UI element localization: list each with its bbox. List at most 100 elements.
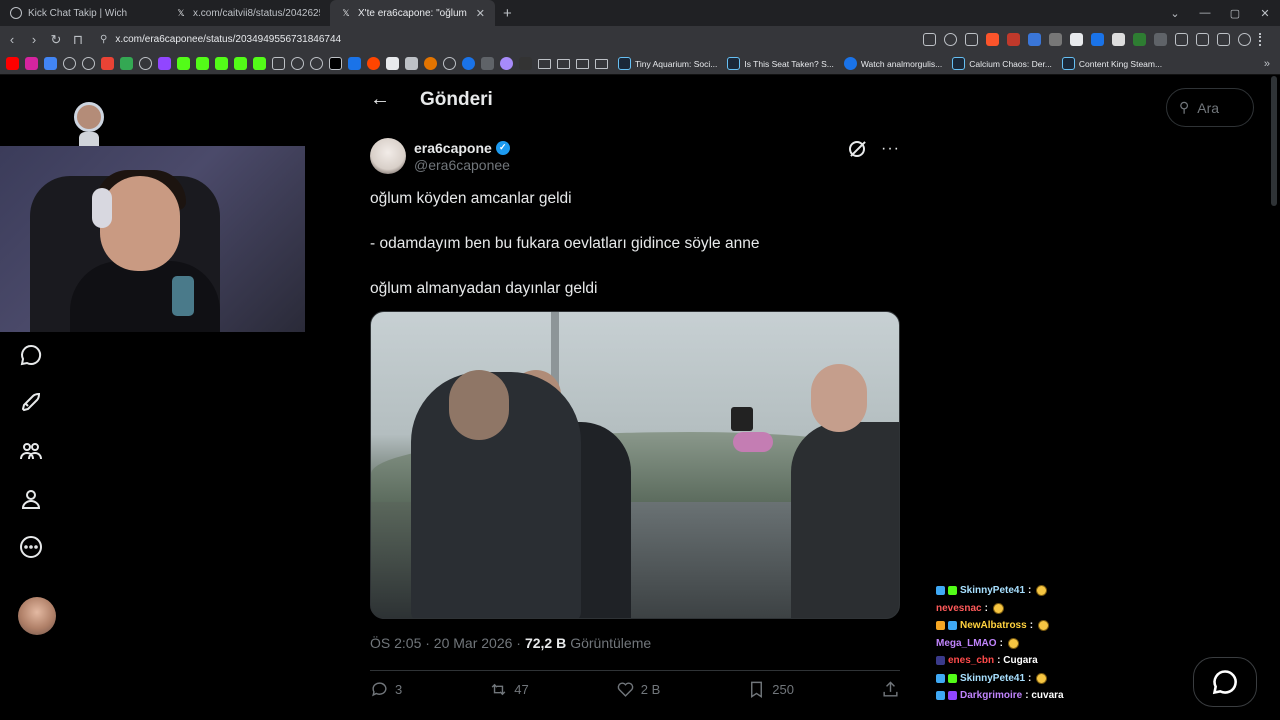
author-handle[interactable]: @era6caponee [414, 157, 510, 173]
globe-icon[interactable] [310, 57, 323, 70]
bookmark-link[interactable]: Tiny Aquarium: Soci... [618, 57, 717, 70]
reload-icon[interactable]: ↻ [46, 32, 66, 48]
chat-icon[interactable] [18, 342, 44, 368]
brave-shield-icon[interactable] [986, 33, 999, 46]
post-video[interactable] [370, 311, 900, 619]
more-options-icon[interactable] [18, 534, 44, 560]
browser-tab-2[interactable]: 𝕏 x.com/caitvii8/status/204262586801 [165, 0, 330, 26]
youtube-icon[interactable] [6, 57, 19, 70]
globe-icon[interactable] [82, 57, 95, 70]
extension-icon-1[interactable] [1007, 33, 1020, 46]
media-icon[interactable] [1196, 33, 1209, 46]
bookmark-icon[interactable] [424, 57, 437, 70]
messages-button[interactable] [1193, 657, 1257, 707]
minimize-icon[interactable]: — [1190, 7, 1220, 19]
folder-icon[interactable] [538, 58, 551, 69]
share-icon[interactable] [965, 33, 978, 46]
globe-icon[interactable] [139, 57, 152, 70]
bookmark-button[interactable]: 250 [747, 680, 794, 699]
bookmark-link[interactable]: Content King Steam... [1061, 57, 1162, 70]
menu-icon[interactable] [1259, 33, 1272, 46]
kick-icon[interactable] [215, 57, 228, 70]
zoom-icon[interactable] [944, 33, 957, 46]
anchor-icon[interactable] [272, 57, 285, 70]
play-icon[interactable] [462, 57, 475, 70]
communities-icon[interactable] [18, 438, 44, 464]
drive-icon[interactable] [120, 57, 133, 70]
forward-icon[interactable]: › [24, 32, 44, 47]
extension-icon-5[interactable] [1091, 33, 1104, 46]
translate-icon[interactable] [44, 57, 57, 70]
x-logo-icon[interactable] [329, 57, 342, 70]
scrollbar[interactable] [1271, 76, 1277, 206]
kick-icon[interactable] [253, 57, 266, 70]
author-avatar[interactable] [370, 138, 406, 174]
chat-username: SkinnyPete41 [960, 585, 1026, 597]
url-field[interactable]: ⚲ x.com/era6caponee/status/2034949556731… [100, 34, 341, 45]
search-input[interactable]: ⚲ Ara [1166, 88, 1254, 127]
globe-icon[interactable] [63, 57, 76, 70]
kick-icon[interactable] [519, 57, 532, 70]
kick-icon[interactable] [234, 57, 247, 70]
site-info-icon[interactable]: ⚲ [100, 34, 107, 45]
extension-icon-7[interactable] [1133, 33, 1146, 46]
bookmark-link[interactable]: Calcium Chaos: Der... [952, 57, 1052, 70]
grok-icon[interactable] [849, 141, 866, 157]
browser-tab-strip: Kick Chat Takip | Wich 𝕏 x.com/caitvii8/… [0, 0, 1280, 26]
bookmark-link[interactable]: Is This Seat Taken? S... [727, 57, 834, 70]
globe-icon[interactable] [291, 57, 304, 70]
p-icon[interactable] [386, 57, 399, 70]
bookmark-icon[interactable] [348, 57, 361, 70]
bookmark-icon[interactable] [443, 57, 456, 70]
extension-icon-8[interactable] [1154, 33, 1167, 46]
twitch-icon[interactable] [158, 57, 171, 70]
back-arrow-icon[interactable]: ← [370, 88, 390, 111]
bookmark-icon[interactable] [500, 57, 513, 70]
extension-icon-2[interactable] [1028, 33, 1041, 46]
maximize-icon[interactable]: ▢ [1220, 7, 1250, 20]
chat-message: Darkgrimoire : cuvara [936, 687, 1176, 705]
folder-icon[interactable] [595, 58, 608, 69]
more-horizontal-icon[interactable]: ··· [881, 140, 900, 158]
post-header: ← Gönderi [370, 88, 493, 111]
kick-icon[interactable] [196, 57, 209, 70]
extension-icon-4[interactable] [1070, 33, 1083, 46]
extensions-puzzle-icon[interactable] [1175, 33, 1188, 46]
cast-icon[interactable] [923, 33, 936, 46]
folder-icon[interactable] [557, 58, 570, 69]
bookmarks-overflow-icon[interactable]: » [1264, 58, 1270, 70]
rocket-icon[interactable] [18, 390, 44, 416]
bookmark-icon[interactable] [481, 57, 494, 70]
bookmark-page-icon[interactable]: ⊓ [68, 32, 88, 48]
account-avatar[interactable] [18, 597, 56, 635]
chat-text: : Cugara [997, 655, 1038, 667]
back-icon[interactable]: ‹ [2, 32, 22, 47]
search-placeholder: Ara [1197, 99, 1220, 116]
tab-list-icon[interactable]: ⌄ [1160, 7, 1190, 20]
close-window-icon[interactable]: ✕ [1250, 7, 1280, 20]
new-tab-button[interactable]: + [503, 5, 512, 22]
reddit-icon[interactable] [367, 57, 380, 70]
browser-tab-3[interactable]: 𝕏 X'te era6capone: "oğlum kö ✕ [330, 0, 495, 26]
close-tab-icon[interactable]: ✕ [476, 7, 485, 20]
kick-icon[interactable] [177, 57, 190, 70]
instagram-icon[interactable] [25, 57, 38, 70]
folder-icon[interactable] [576, 58, 589, 69]
author-name[interactable]: era6capone ✓ [414, 140, 510, 156]
extension-icon-3[interactable] [1049, 33, 1062, 46]
gmail-icon[interactable] [101, 57, 114, 70]
subscriber-badge-icon [936, 586, 945, 596]
post-text-line: oğlum almanyadan dayınlar geldi [370, 280, 598, 297]
repost-button[interactable]: 47 [489, 680, 529, 699]
sidebar-icon[interactable] [1217, 33, 1230, 46]
share-button[interactable] [881, 680, 900, 699]
post-timestamp[interactable]: ÖS 2:05 · 20 Mar 2026 · [370, 635, 521, 651]
bookmark-icon[interactable] [405, 57, 418, 70]
bookmark-link[interactable]: Watch analmorgulis... [843, 57, 942, 70]
extension-icon-6[interactable] [1112, 33, 1125, 46]
like-button[interactable]: 2 B [616, 680, 660, 699]
browser-tab-1[interactable]: Kick Chat Takip | Wich [0, 0, 165, 26]
reply-button[interactable]: 3 [370, 680, 402, 699]
profile-icon[interactable] [1238, 33, 1251, 46]
profile-icon[interactable] [18, 486, 44, 512]
